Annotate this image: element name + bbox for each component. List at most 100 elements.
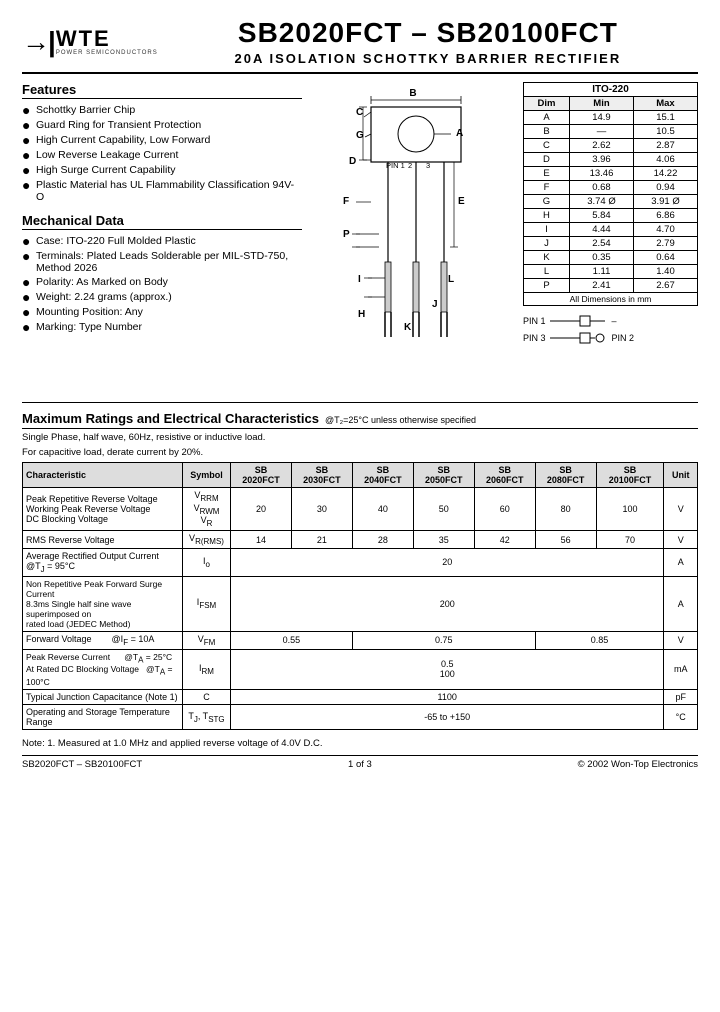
ratings-table: Characteristic Symbol SB2020FCT SB2030FC…	[22, 462, 698, 730]
col-header-sb2050: SB2050FCT	[413, 462, 474, 487]
dim-max: 2.79	[633, 236, 697, 250]
pin1-label: PIN 1	[523, 316, 546, 326]
ratings-section: Maximum Ratings and Electrical Character…	[22, 411, 698, 730]
dim-table-row: F0.680.94	[524, 180, 698, 194]
dim-table-package: ITO-220	[524, 82, 698, 96]
dim-table-row: H5.846.86	[524, 208, 698, 222]
val-cell-span: -65 to +150	[231, 704, 664, 729]
dim-name: H	[524, 208, 570, 222]
val-cell-span: 1100	[231, 689, 664, 704]
footer-section: Note: 1. Measured at 1.0 MHz and applied…	[22, 738, 698, 770]
col-header-symbol: Symbol	[183, 462, 231, 487]
ratings-desc2: For capacitive load, derate current by 2…	[22, 447, 698, 458]
mechanical-title: Mechanical Data	[22, 213, 302, 230]
table-row: RMS Reverse Voltage VR(RMS) 14 21 28 35 …	[23, 531, 698, 549]
sym-cell: TJ, TSTG	[183, 704, 231, 729]
dim-max: 3.91 Ø	[633, 194, 697, 208]
bullet-icon: ●	[22, 275, 36, 289]
col-header-characteristic: Characteristic	[23, 462, 183, 487]
pin-diagram: PIN 1 – PIN 3	[523, 314, 698, 348]
dim-name: G	[524, 194, 570, 208]
dim-header-max: Max	[633, 96, 697, 110]
features-title: Features	[22, 82, 302, 99]
unit-cell: pF	[664, 689, 698, 704]
sym-cell: VR(RMS)	[183, 531, 231, 549]
dim-header-dim: Dim	[524, 96, 570, 110]
diagram-and-table: B A C G D	[312, 82, 698, 392]
char-cell: Average Rectified Output Current @TJ = 9…	[23, 548, 183, 576]
bullet-icon: ●	[22, 103, 36, 117]
dim-max: 0.64	[633, 250, 697, 264]
val-cell-span: 200	[231, 576, 664, 631]
dim-min: 13.46	[569, 166, 633, 180]
ratings-table-header-row: Characteristic Symbol SB2020FCT SB2030FC…	[23, 462, 698, 487]
list-item: ●High Surge Current Capability	[22, 164, 302, 177]
dim-min: 0.68	[569, 180, 633, 194]
feature-text: High Current Capability, Low Forward	[36, 134, 210, 146]
dim-table-area: ITO-220 Dim Min Max A14.915.1B—10.5C2.62…	[523, 82, 698, 392]
svg-text:K: K	[404, 322, 412, 333]
dim-table-row: A14.915.1	[524, 110, 698, 124]
dim-min: 1.11	[569, 264, 633, 278]
val-cell: 14	[231, 531, 292, 549]
dim-max: 6.86	[633, 208, 697, 222]
mech-text: Polarity: As Marked on Body	[36, 276, 168, 288]
svg-text:A: A	[456, 128, 463, 139]
dim-min: 0.35	[569, 250, 633, 264]
svg-text:F: F	[343, 196, 349, 207]
dim-table-row: J2.542.79	[524, 236, 698, 250]
dim-max: 10.5	[633, 124, 697, 138]
svg-text:E: E	[458, 196, 465, 207]
sym-cell: VFM	[183, 631, 231, 649]
ratings-title: Maximum Ratings and Electrical Character…	[22, 411, 319, 426]
dim-table-row: E13.4614.22	[524, 166, 698, 180]
dim-max: 14.22	[633, 166, 697, 180]
svg-text:3: 3	[426, 161, 430, 170]
bullet-icon: ●	[22, 163, 36, 177]
val-cell-span: 0.55	[231, 631, 353, 649]
bullet-icon: ●	[22, 118, 36, 132]
list-item: ●High Current Capability, Low Forward	[22, 134, 302, 147]
svg-text:B: B	[409, 88, 416, 99]
left-col: Features ●Schottky Barrier Chip ●Guard R…	[22, 82, 312, 392]
dim-min: 2.41	[569, 278, 633, 292]
val-cell: 20	[231, 487, 292, 530]
dim-max: 4.06	[633, 152, 697, 166]
sym-cell: IFSM	[183, 576, 231, 631]
dim-name: I	[524, 222, 570, 236]
list-item: ●Plastic Material has UL Flammability Cl…	[22, 179, 302, 203]
mech-text: Weight: 2.24 grams (approx.)	[36, 291, 172, 303]
dim-table-footer: All Dimensions in mm	[524, 292, 698, 305]
char-cell: Forward Voltage @IF = 10A	[23, 631, 183, 649]
dim-table-body: A14.915.1B—10.5C2.622.87D3.964.06E13.461…	[524, 110, 698, 292]
dim-table-row: P2.412.67	[524, 278, 698, 292]
footer-left: SB2020FCT – SB20100FCT	[22, 759, 142, 770]
content-area: Features ●Schottky Barrier Chip ●Guard R…	[22, 82, 698, 392]
svg-text:PIN 1: PIN 1	[386, 161, 405, 170]
dim-min: 14.9	[569, 110, 633, 124]
dim-max: 15.1	[633, 110, 697, 124]
svg-text:C: C	[356, 107, 363, 118]
right-col: B A C G D	[312, 82, 698, 392]
val-cell: 28	[352, 531, 413, 549]
sym-cell: VRRMVRWMVR	[183, 487, 231, 530]
mechanical-list: ●Case: ITO-220 Full Molded Plastic ●Term…	[22, 235, 302, 334]
svg-text:I: I	[358, 274, 361, 285]
char-cell: Peak Reverse Current @TA = 25°CAt Rated …	[23, 649, 183, 689]
dim-min: 2.54	[569, 236, 633, 250]
dim-table-row: I4.444.70	[524, 222, 698, 236]
table-row: Forward Voltage @IF = 10A VFM 0.55 0.75 …	[23, 631, 698, 649]
footer-right: © 2002 Won-Top Electronics	[578, 759, 698, 770]
dim-min: 2.62	[569, 138, 633, 152]
feature-text: Low Reverse Leakage Current	[36, 149, 178, 161]
logo-sub: POWER SEMICONDUCTORS	[56, 50, 158, 56]
table-row: Typical Junction Capacitance (Note 1) C …	[23, 689, 698, 704]
dim-table-row: K0.350.64	[524, 250, 698, 264]
pin3-symbol	[550, 331, 610, 345]
dim-min: 3.96	[569, 152, 633, 166]
bullet-icon: ●	[22, 133, 36, 147]
svg-text:H: H	[358, 309, 365, 320]
dim-min: 3.74 Ø	[569, 194, 633, 208]
features-list: ●Schottky Barrier Chip ●Guard Ring for T…	[22, 104, 302, 203]
feature-text: Guard Ring for Transient Protection	[36, 119, 201, 131]
